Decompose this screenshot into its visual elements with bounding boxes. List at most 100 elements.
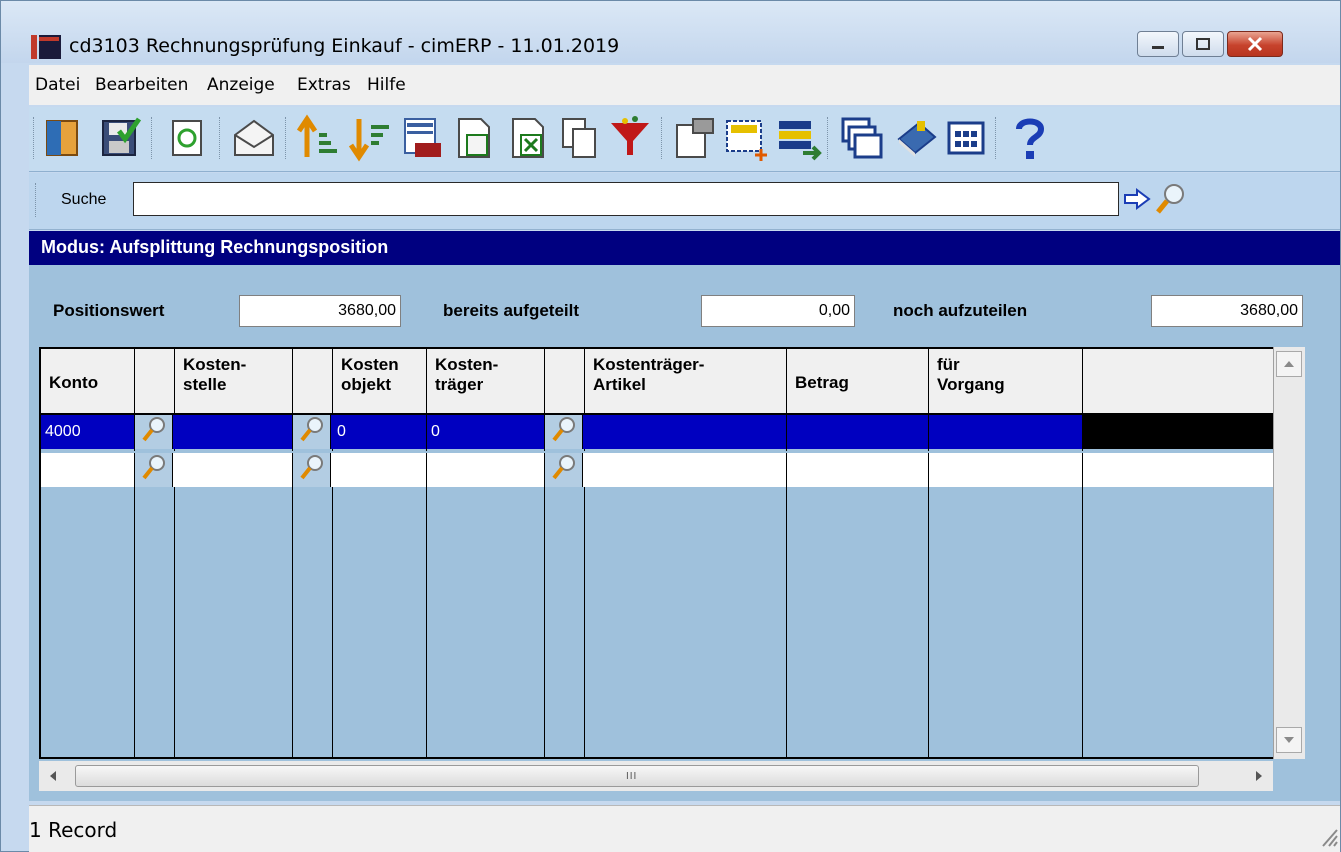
header-kostentraeger[interactable]: Kosten- träger <box>427 349 545 415</box>
cell-konto[interactable] <box>41 453 135 487</box>
menu-datei[interactable]: Datei <box>35 75 80 95</box>
cell-vorgang[interactable] <box>929 453 1083 487</box>
horizontal-scrollbar[interactable]: III <box>39 761 1273 791</box>
book-icon[interactable] <box>891 113 941 163</box>
search-icon <box>142 417 165 442</box>
new-record-icon[interactable] <box>721 113 771 163</box>
toolbar-separator <box>219 117 223 159</box>
lookup-button[interactable] <box>545 453 583 487</box>
form-icon[interactable] <box>773 113 823 163</box>
maximize-button[interactable] <box>1182 31 1224 57</box>
scroll-thumb[interactable]: III <box>75 765 1199 787</box>
cell-kostenstelle[interactable] <box>175 453 293 487</box>
header-konto[interactable]: Konto <box>41 349 135 415</box>
help-icon[interactable] <box>1005 113 1055 163</box>
search-icon <box>552 417 575 442</box>
scroll-up-button[interactable] <box>1276 351 1302 377</box>
table-row[interactable] <box>41 451 1301 487</box>
cell-kostentraeger[interactable] <box>427 453 545 487</box>
search-icon <box>552 455 575 480</box>
search-icon <box>300 417 323 442</box>
lookup-button[interactable] <box>545 415 583 449</box>
menu-bar: Datei Bearbeiten Anzeige Extras Hilfe <box>29 65 1340 105</box>
status-bar: 1 Record <box>29 805 1340 852</box>
header-betrag[interactable]: Betrag <box>787 349 929 415</box>
search-icon <box>142 455 165 480</box>
minimize-icon <box>1152 46 1164 49</box>
header-kostenobjekt[interactable]: Kosten objekt <box>333 349 427 415</box>
lookup-button[interactable] <box>293 415 331 449</box>
vertical-scrollbar[interactable] <box>1273 347 1305 759</box>
menu-hilfe[interactable]: Hilfe <box>367 75 406 95</box>
refresh-icon[interactable] <box>163 113 213 163</box>
windows-icon[interactable] <box>837 113 887 163</box>
header-lookup[interactable] <box>545 349 585 415</box>
scroll-grip: III <box>626 771 638 782</box>
arrow-left-icon[interactable] <box>45 767 63 785</box>
toolbar-separator <box>661 117 665 159</box>
excel-icon[interactable] <box>503 113 553 163</box>
header-lookup[interactable] <box>293 349 333 415</box>
header-lookup[interactable] <box>135 349 175 415</box>
toolbar <box>29 107 1340 172</box>
toolbar-separator <box>827 117 831 159</box>
aufgeteilt-label: bereits aufgeteilt <box>443 301 580 320</box>
main-content: Positionswert 3680,00 bereits aufgeteilt… <box>29 265 1340 801</box>
cell-artikel[interactable] <box>585 415 787 449</box>
cell-vorgang[interactable] <box>929 415 1083 449</box>
resize-grip-icon[interactable] <box>1319 826 1339 848</box>
lookup-button[interactable] <box>293 453 331 487</box>
cell-artikel[interactable] <box>585 453 787 487</box>
search-input[interactable] <box>133 182 1119 216</box>
menu-anzeige[interactable]: Anzeige <box>207 75 275 95</box>
header-filler <box>1083 349 1301 415</box>
cell-kostenobjekt[interactable]: 0 <box>333 415 427 449</box>
scroll-down-button[interactable] <box>1276 727 1302 753</box>
cell-betrag[interactable] <box>787 453 929 487</box>
aufzuteilen-field[interactable]: 3680,00 <box>1151 295 1303 327</box>
toolbar-separator <box>285 117 289 159</box>
sort-ascending-icon[interactable] <box>293 113 343 163</box>
arrow-up-icon <box>1284 361 1294 367</box>
lookup-button[interactable] <box>135 453 173 487</box>
title-bar[interactable]: cd3103 Rechnungsprüfung Einkauf - cimERP… <box>1 1 1340 63</box>
calendar-icon[interactable] <box>397 113 447 163</box>
arrow-right-icon[interactable] <box>1249 767 1267 785</box>
record-count: 1 Record <box>29 818 118 842</box>
filter-icon[interactable] <box>605 113 655 163</box>
app-icon <box>31 35 61 59</box>
toolbar-separator <box>151 117 155 159</box>
window-title: cd3103 Rechnungsprüfung Einkauf - cimERP… <box>69 35 620 57</box>
header-kostenstelle[interactable]: Kosten- stelle <box>175 349 293 415</box>
copy-icon[interactable] <box>555 113 605 163</box>
cell-konto[interactable]: 4000 <box>41 415 135 449</box>
mode-title: Modus: Aufsplittung Rechnungsposition <box>41 237 389 257</box>
sort-descending-icon[interactable] <box>345 113 395 163</box>
save-icon[interactable] <box>95 113 145 163</box>
menu-bearbeiten[interactable]: Bearbeiten <box>95 75 188 95</box>
grid-icon[interactable] <box>941 113 991 163</box>
cell-kostenstelle[interactable] <box>175 415 293 449</box>
minimize-button[interactable] <box>1137 31 1179 57</box>
cell-betrag[interactable] <box>787 415 929 449</box>
aufgeteilt-field[interactable]: 0,00 <box>701 295 855 327</box>
toolbar-separator <box>33 117 37 159</box>
data-grid[interactable]: Konto Kosten- stelle Kosten objekt Koste… <box>39 347 1303 759</box>
arrow-right-icon[interactable] <box>1123 187 1151 211</box>
cell-kostenobjekt[interactable] <box>333 453 427 487</box>
arrow-down-icon <box>1284 737 1294 743</box>
table-row[interactable]: 4000 0 0 <box>41 415 1301 449</box>
header-kostentraeger-artikel[interactable]: Kostenträger- Artikel <box>585 349 787 415</box>
search-bar: Suche <box>29 173 1340 230</box>
close-button[interactable] <box>1227 31 1283 57</box>
positionswert-field[interactable]: 3680,00 <box>239 295 401 327</box>
mail-icon[interactable] <box>229 113 279 163</box>
cell-kostentraeger[interactable]: 0 <box>427 415 545 449</box>
lookup-button[interactable] <box>135 415 173 449</box>
menu-extras[interactable]: Extras <box>297 75 351 95</box>
export-icon[interactable] <box>449 113 499 163</box>
exit-icon[interactable] <box>39 113 89 163</box>
search-icon[interactable] <box>1155 181 1187 215</box>
header-fuer-vorgang[interactable]: für Vorgang <box>929 349 1083 415</box>
properties-icon[interactable] <box>669 113 719 163</box>
